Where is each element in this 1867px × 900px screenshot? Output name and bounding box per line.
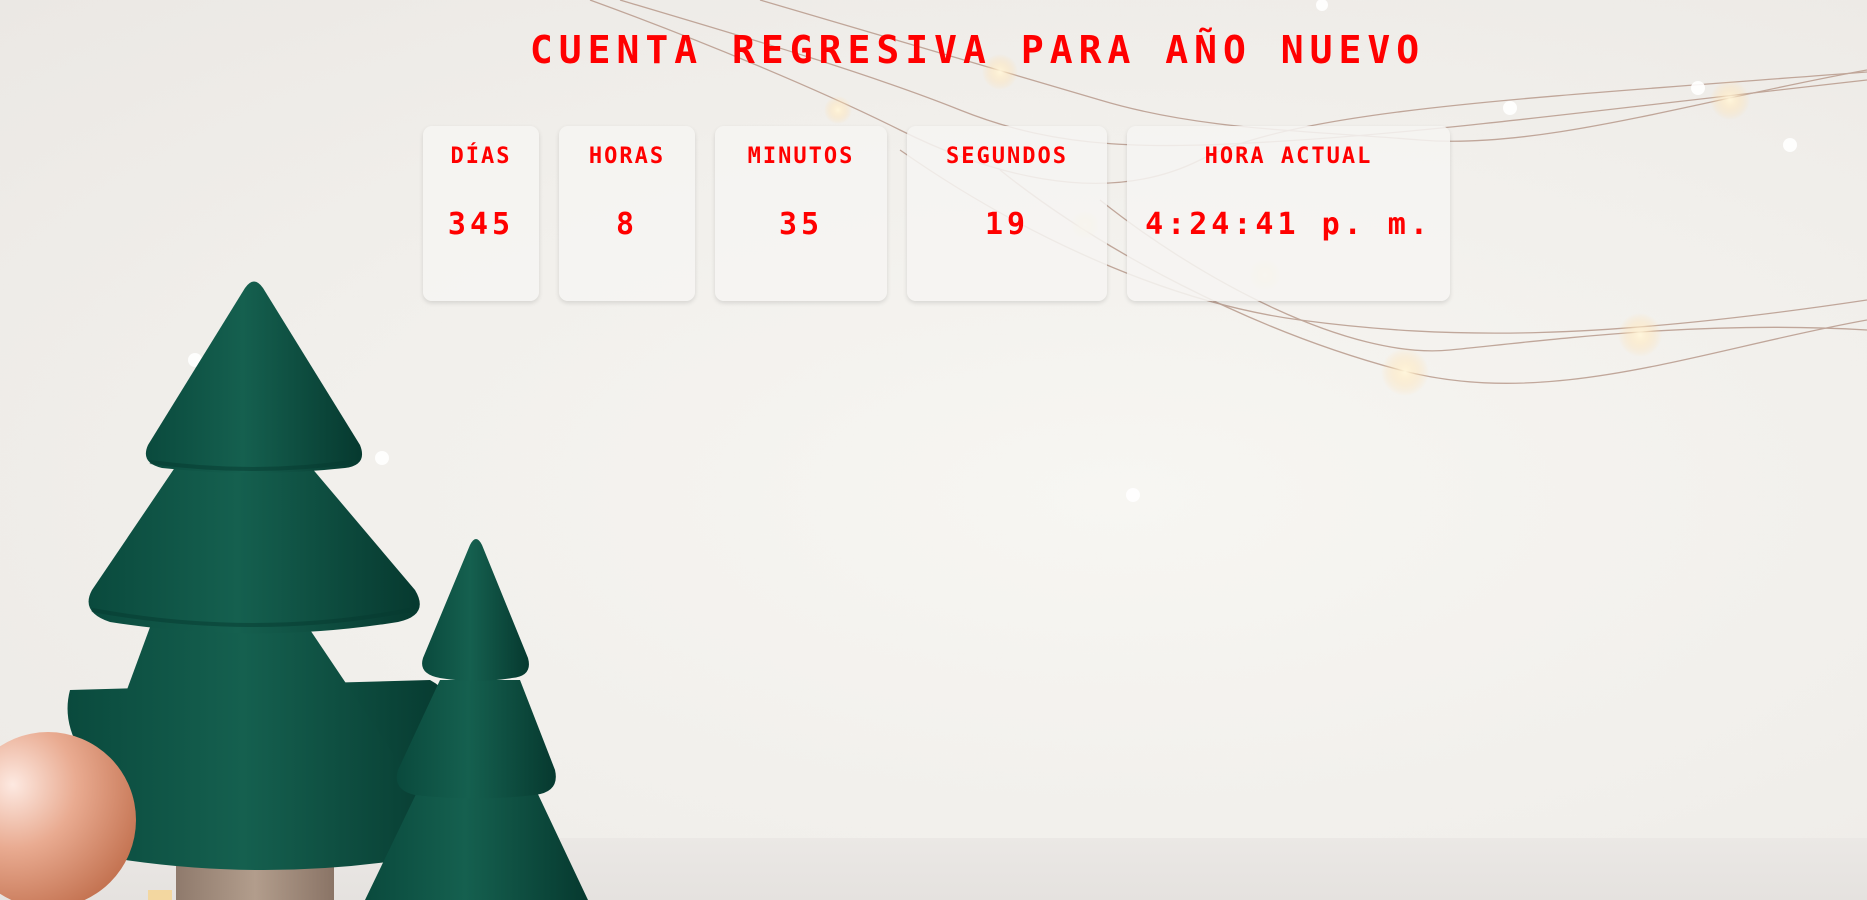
- current-time-label: Hora actual: [1204, 144, 1373, 169]
- seconds-label: Segundos: [946, 144, 1068, 169]
- floor-backdrop: [0, 838, 1867, 900]
- minutes-label: Minutos: [747, 144, 855, 169]
- minutes-value: 35: [778, 207, 824, 242]
- current-time-card: Hora actual 4:24:41 p. m.: [1127, 126, 1450, 301]
- countdown-panel: Días 345 Horas 8 Minutos 35 Segundos 19 …: [423, 126, 1450, 301]
- days-label: Días: [450, 144, 512, 169]
- christmas-tree-icon: [67, 281, 458, 900]
- hours-card: Horas 8: [559, 126, 695, 301]
- page-title: Cuenta regresiva para Año Nuevo: [529, 28, 1426, 72]
- hours-value: 8: [615, 207, 639, 242]
- minutes-card: Minutos 35: [715, 126, 887, 301]
- days-value: 345: [447, 207, 515, 242]
- days-card: Días 345: [423, 126, 539, 301]
- seconds-value: 19: [984, 207, 1030, 242]
- hours-label: Horas: [588, 144, 666, 169]
- current-time-value: 4:24:41 p. m.: [1145, 207, 1432, 242]
- seconds-card: Segundos 19: [907, 126, 1107, 301]
